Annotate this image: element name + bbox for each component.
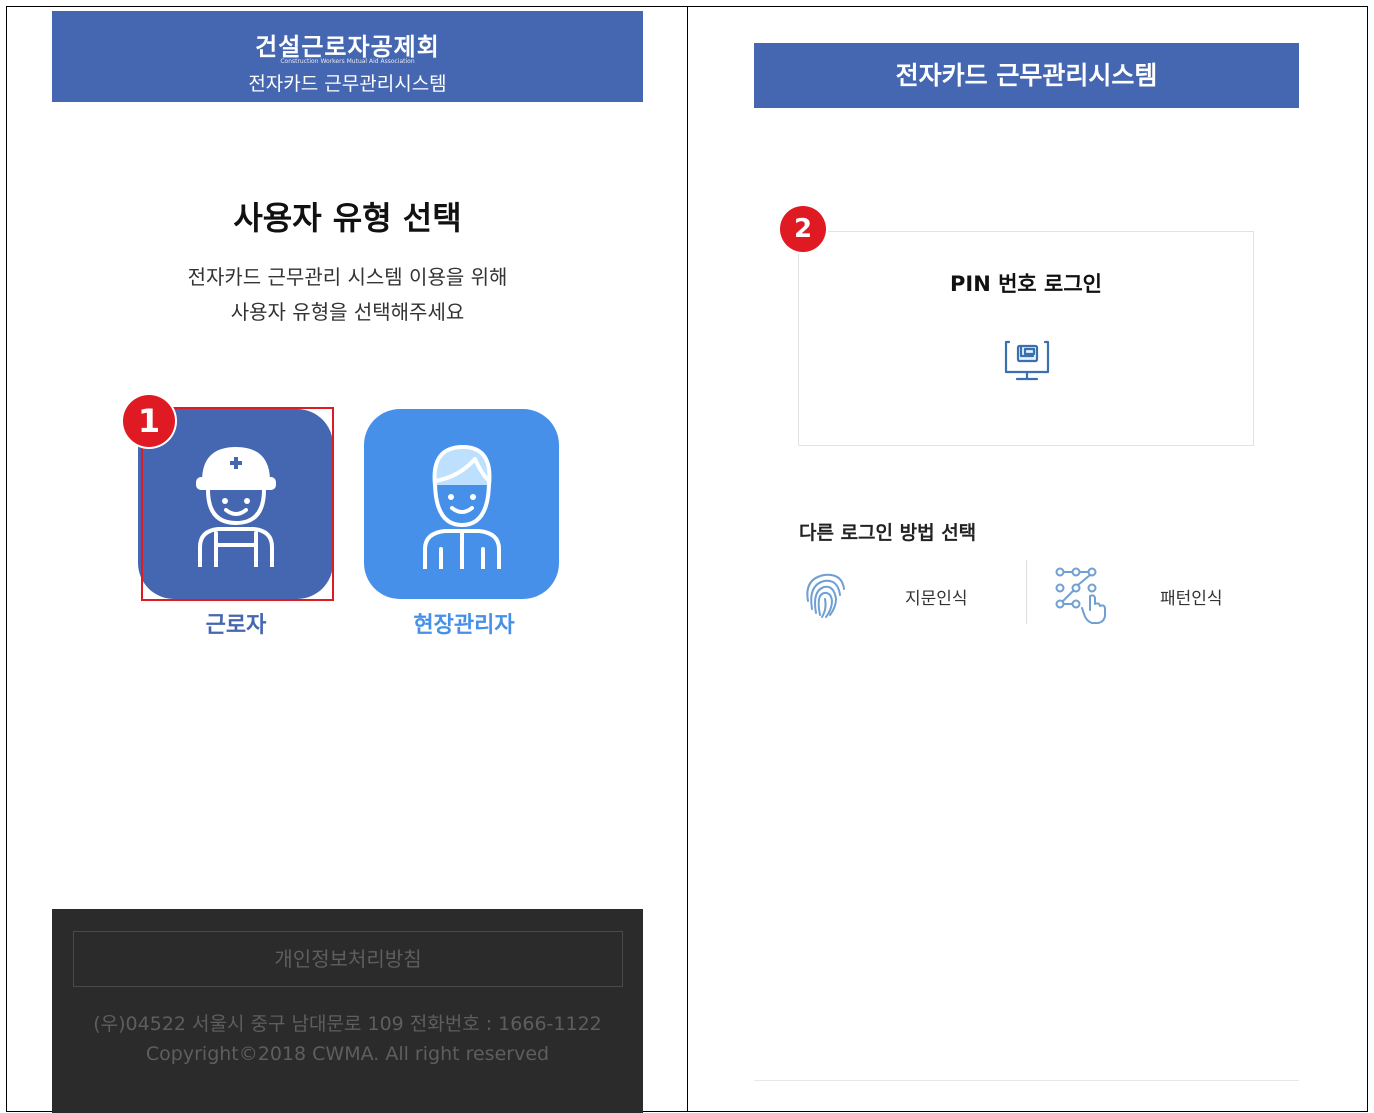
description-line-2: 사용자 유형을 선택해주세요 — [230, 300, 465, 324]
footer: 개인정보처리방침 (우)04522 서울시 중구 남대문로 109 전화번호 :… — [52, 909, 643, 1113]
manager-button[interactable] — [364, 409, 559, 599]
pin-login-card[interactable]: PIN 번호 로그인 — [798, 231, 1254, 446]
bottom-divider — [754, 1080, 1299, 1081]
manager-label[interactable]: 현장관리자 — [364, 607, 564, 639]
fingerprint-icon[interactable] — [802, 569, 848, 619]
footer-info: (우)04522 서울시 중구 남대문로 109 전화번호 : 1666-112… — [52, 1009, 643, 1069]
other-login-methods-title: 다른 로그인 방법 선택 — [799, 522, 977, 544]
footer-address: (우)04522 서울시 중구 남대문로 109 전화번호 : 1666-112… — [93, 1013, 602, 1035]
fingerprint-login-option[interactable]: 지문인식 — [905, 584, 968, 609]
pin-login-label: PIN 번호 로그인 — [949, 272, 1102, 296]
footer-copyright: Copyright©2018 CWMA. All right reserved — [145, 1043, 550, 1065]
privacy-policy-link[interactable]: 개인정보처리방침 — [73, 931, 623, 987]
pin-monitor-icon — [1004, 340, 1050, 381]
pattern-icon[interactable] — [1054, 566, 1110, 624]
worker-label[interactable]: 근로자 — [136, 607, 336, 639]
login-method-screen: 전자카드 근무관리시스템 PIN 번호 로그인 2 다른 로그인 방법 선택 지… — [687, 6, 1368, 1112]
description-line-1: 전자카드 근무관리 시스템 이용을 위해 — [187, 265, 508, 289]
user-type-screen: 건설근로자공제회 Construction Workers Mutual Aid… — [6, 6, 688, 1113]
app-header: 건설근로자공제회 Construction Workers Mutual Aid… — [52, 11, 643, 102]
app-header: 전자카드 근무관리시스템 — [754, 43, 1299, 108]
page-description: 전자카드 근무관리 시스템 이용을 위해 사용자 유형을 선택해주세요 — [52, 260, 643, 330]
step-badge-2: 2 — [780, 206, 826, 252]
org-name-en: Construction Workers Mutual Aid Associat… — [280, 58, 415, 65]
step-badge-1: 1 — [123, 395, 175, 447]
system-name: 전자카드 근무관리시스템 — [248, 73, 447, 95]
pattern-login-option[interactable]: 패턴인식 — [1160, 584, 1223, 609]
option-divider — [1026, 560, 1027, 624]
manager-icon — [423, 445, 501, 569]
org-name: 건설근로자공제회 — [255, 33, 440, 61]
page-title: 사용자 유형 선택 — [233, 199, 462, 237]
